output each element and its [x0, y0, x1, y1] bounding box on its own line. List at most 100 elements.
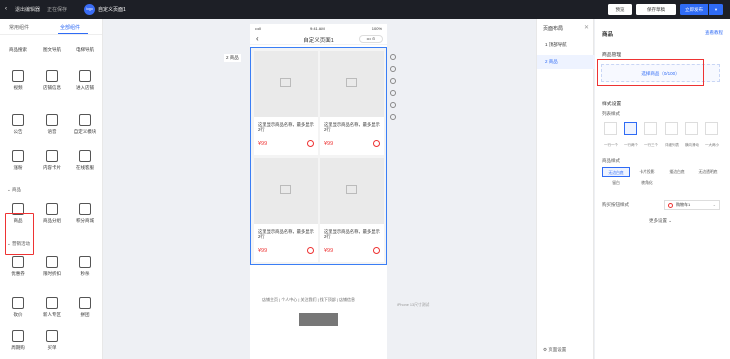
more-settings-toggle[interactable]: 更多设置 ⌄: [649, 218, 672, 224]
image-placeholder-icon: [280, 78, 291, 87]
headset-icon: [79, 150, 91, 162]
cart-icon[interactable]: [373, 247, 380, 254]
product-card[interactable]: 这里显示商品名称，最多显示2行 ¥99: [320, 158, 384, 262]
product-card[interactable]: 这里显示商品名称，最多显示2行 ¥99: [254, 158, 318, 262]
back-icon[interactable]: ‹: [5, 6, 7, 12]
mini-program-capsule: ••• ⊙: [359, 35, 383, 43]
goods-style-spacing[interactable]: 留白: [602, 178, 630, 188]
component-video[interactable]: 视频: [3, 70, 33, 91]
chevron-down-icon: ⌄: [712, 202, 716, 207]
delete-icon[interactable]: [390, 114, 396, 120]
component-enter-store[interactable]: 进入店铺: [70, 70, 100, 91]
component-label: 视频: [13, 85, 23, 90]
list-style-horizontal-scroll[interactable]: [685, 122, 698, 135]
layer-item-goods[interactable]: 2 商品: [537, 55, 595, 69]
saving-status: 正在保存: [47, 7, 68, 13]
goods-highlight: [5, 213, 34, 255]
close-icon[interactable]: ✕: [584, 24, 589, 31]
cart-icon[interactable]: [307, 140, 314, 147]
component-label: 积分商城: [76, 218, 94, 223]
move-up-icon[interactable]: [390, 54, 396, 60]
goods-manage-heading: 商品管理: [602, 53, 622, 58]
layer-item-top-nav[interactable]: 1 顶部导航: [537, 38, 595, 52]
product-image: [320, 158, 384, 224]
component-store-info[interactable]: 店铺信息: [37, 70, 67, 91]
component-custom-module[interactable]: 自定义模块: [70, 114, 100, 135]
component-group-buy[interactable]: 拼团: [70, 297, 100, 318]
preview-button[interactable]: 预览: [608, 4, 632, 15]
section-marketing[interactable]: ⌄ 营销活动: [7, 241, 30, 247]
cart-icon[interactable]: [373, 140, 380, 147]
component-online-service[interactable]: 在线客服: [70, 150, 100, 171]
component-voice[interactable]: 语音: [37, 114, 67, 135]
component-content-card[interactable]: 内容卡片: [37, 150, 67, 171]
product-name: 这里显示商品名称，最多显示2行: [324, 229, 380, 239]
list-style-two-per-row[interactable]: [624, 122, 637, 135]
list-style-detail-list[interactable]: [665, 122, 678, 135]
newcomer-icon: [46, 297, 58, 309]
component-pay[interactable]: 买单: [37, 330, 67, 351]
section-goods[interactable]: ⌄ 商品: [7, 187, 21, 193]
list-style-one-per-row[interactable]: [604, 122, 617, 135]
video-icon: [12, 70, 24, 82]
footer-image: [299, 313, 338, 326]
save-draft-button[interactable]: 保存草稿: [636, 4, 676, 15]
store-icon: [46, 70, 58, 82]
goods-style-angular[interactable]: 棱角化: [633, 178, 661, 188]
component-bargain[interactable]: 砍价: [3, 297, 33, 318]
list-style-label-6: 一大两小: [705, 143, 719, 147]
component-label: 进入店铺: [76, 85, 94, 90]
component-cycle-buy[interactable]: 周期购: [3, 330, 33, 351]
copy-icon[interactable]: [390, 78, 396, 84]
folder-icon[interactable]: [390, 90, 396, 96]
product-card[interactable]: 这里显示商品名称，最多显示2行 ¥99: [254, 51, 318, 155]
goods-block[interactable]: 这里显示商品名称，最多显示2行 ¥99 这里显示商品名称，最多显示2行 ¥99 …: [250, 47, 387, 265]
image-placeholder-icon: [280, 185, 291, 194]
list-style-one-big-two-small[interactable]: [705, 122, 718, 135]
component-coupon[interactable]: 优惠券: [3, 256, 33, 277]
goods-style-outline-white[interactable]: 描边白底: [663, 167, 691, 177]
status-bar: •••ll 9:41 AM 100%: [250, 24, 387, 33]
goods-style-card-shadow[interactable]: 卡片投影: [633, 167, 661, 177]
goods-style-transparent[interactable]: 无边透明底: [693, 167, 723, 177]
move-down-icon[interactable]: [390, 66, 396, 72]
exit-editor-link[interactable]: 退出编辑器: [15, 6, 40, 13]
goods-style-no-border-white[interactable]: 无边白底: [602, 167, 630, 177]
tab-common[interactable]: 常用组件: [9, 24, 29, 31]
component-points-mall[interactable]: 积分商城: [70, 203, 100, 224]
component-follow[interactable]: 涨粉: [3, 150, 33, 171]
component-flash-sale[interactable]: 秒杀: [70, 256, 100, 277]
tab-all[interactable]: 全部组件: [60, 24, 80, 31]
edit-icon[interactable]: [390, 102, 396, 108]
page-settings-button[interactable]: ⚙ 页面设置: [543, 347, 566, 353]
notice-icon: [12, 114, 24, 126]
select-goods-highlight: [597, 59, 704, 86]
component-label: 商品分组: [43, 218, 61, 223]
layer-panel: 页面布局 ✕ 1 顶部导航 2 商品 ⚙ 页面设置: [536, 19, 595, 359]
component-label: 涨粉: [13, 165, 23, 170]
component-label: 秒杀: [80, 271, 90, 276]
component-goods-group[interactable]: 商品分组: [37, 203, 67, 224]
status-time: 9:41 AM: [310, 26, 325, 31]
component-newcomer[interactable]: 新人专区: [37, 297, 67, 318]
points-mall-icon: [79, 203, 91, 215]
component-label: 在线客服: [76, 165, 94, 170]
cart-icon[interactable]: [307, 247, 314, 254]
component-label: 公告: [13, 129, 23, 134]
phone-navbar[interactable]: ‹ 自定义页面1 ••• ⊙: [250, 33, 387, 45]
publish-more-button[interactable]: ▾: [709, 4, 723, 15]
component-label: 店铺信息: [43, 85, 61, 90]
tutorial-link[interactable]: 查看教程: [705, 30, 723, 36]
component-notice[interactable]: 公告: [3, 114, 33, 135]
component-elevator-nav[interactable]: 电梯导航: [70, 47, 100, 53]
list-style-three-per-row[interactable]: [644, 122, 657, 135]
signal-indicator: •••ll: [255, 26, 261, 31]
buy-button-style-select[interactable]: 购物车1 ⌄: [664, 200, 720, 210]
component-goods-search[interactable]: 商品搜索: [3, 47, 33, 53]
publish-button[interactable]: 立即发布: [680, 4, 708, 15]
product-card[interactable]: 这里显示商品名称，最多显示2行 ¥99: [320, 51, 384, 155]
pay-icon: [46, 330, 58, 342]
component-image-nav[interactable]: 图文导航: [37, 47, 67, 53]
component-time-discount[interactable]: 限时折扣: [37, 256, 67, 277]
cycle-buy-icon: [12, 330, 24, 342]
